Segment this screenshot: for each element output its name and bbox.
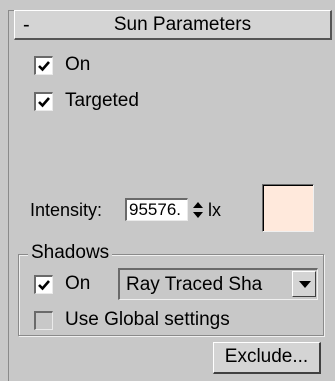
use-global-settings-checkbox-row[interactable]: Use Global settings xyxy=(34,308,230,332)
use-global-settings-checkbox[interactable] xyxy=(34,310,53,330)
shadow-type-dropdown[interactable]: Ray Traced Sha xyxy=(118,268,318,300)
chevron-down-icon xyxy=(299,281,311,288)
rollout-header-sun-parameters[interactable]: - Sun Parameters xyxy=(14,10,332,40)
shadow-type-value: Ray Traced Sha xyxy=(126,274,263,295)
on-checkbox-row[interactable]: On xyxy=(34,53,90,77)
intensity-label: Intensity: xyxy=(30,200,103,220)
intensity-input[interactable]: 95576. xyxy=(125,198,188,221)
intensity-spinner-icon[interactable] xyxy=(192,199,204,221)
shadows-on-checkbox-row[interactable]: On xyxy=(34,272,90,296)
targeted-checkbox-label: Targeted xyxy=(65,90,139,111)
targeted-checkbox[interactable] xyxy=(34,91,53,111)
on-checkbox[interactable] xyxy=(34,55,53,75)
intensity-unit-label: lx xyxy=(208,200,221,220)
exclude-button[interactable]: Exclude... xyxy=(213,342,321,374)
use-global-settings-label: Use Global settings xyxy=(65,309,230,330)
sun-color-swatch[interactable] xyxy=(262,184,314,232)
on-checkbox-label: On xyxy=(65,54,91,75)
shadows-group-title: Shadows xyxy=(28,242,113,264)
shadows-on-checkbox[interactable] xyxy=(34,274,53,294)
rollout-title: Sun Parameters xyxy=(113,14,252,35)
targeted-checkbox-row[interactable]: Targeted xyxy=(34,89,139,113)
checkmark-icon xyxy=(38,96,50,107)
dropdown-arrow-button[interactable] xyxy=(292,271,316,297)
checkmark-icon xyxy=(38,279,50,290)
shadows-on-checkbox-label: On xyxy=(65,273,91,294)
checkmark-icon xyxy=(38,60,50,71)
